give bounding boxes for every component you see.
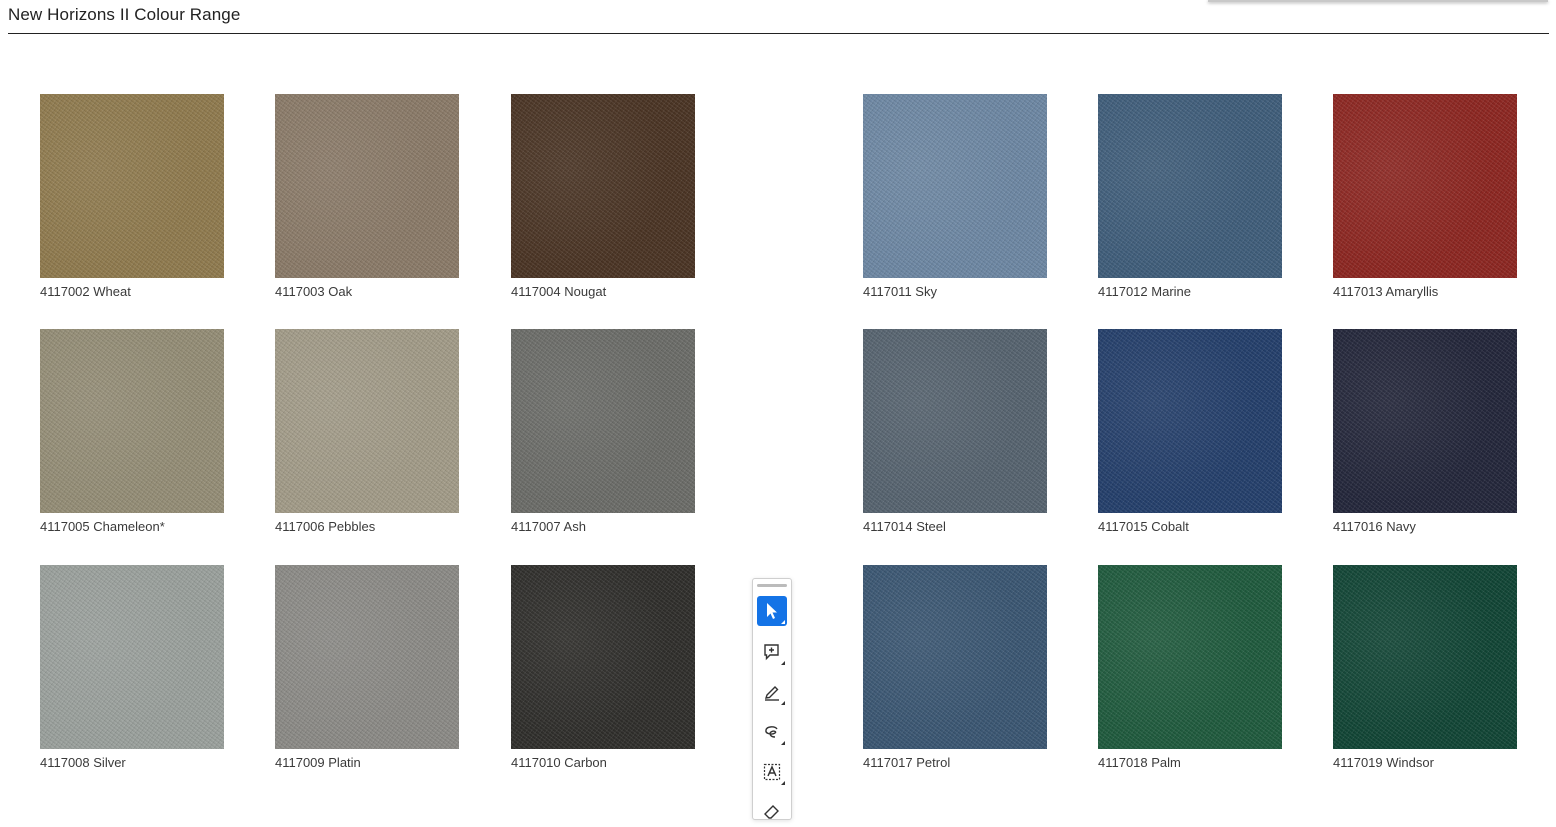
swatch-chip — [511, 329, 695, 513]
swatch-label: 4117017 Petrol — [863, 755, 951, 770]
swatch-label: 4117013 Amaryllis — [1333, 284, 1439, 299]
swatch-wheat: 4117002 Wheat — [40, 94, 224, 299]
swatch-carbon: 4117010 Carbon — [511, 565, 695, 770]
swatch-chip — [275, 565, 459, 749]
swatch-cobalt: 4117015 Cobalt — [1098, 329, 1282, 534]
swatch-label: 4117015 Cobalt — [1098, 519, 1189, 534]
swatch-chip — [863, 94, 1047, 278]
swatch-chip — [511, 565, 695, 749]
swatch-chip — [40, 329, 224, 513]
swatch-chip — [863, 329, 1047, 513]
select-tool-button[interactable] — [757, 596, 787, 626]
swatch-label: 4117010 Carbon — [511, 755, 607, 770]
more-options-chevron — [781, 620, 785, 624]
toolbar-grip-handle[interactable] — [757, 584, 787, 587]
swatch-chip — [1333, 94, 1517, 278]
swatch-chip — [1333, 329, 1517, 513]
swatch-label: 4117003 Oak — [275, 284, 353, 299]
swatch-chameleon: 4117005 Chameleon* — [40, 329, 224, 534]
swatch-label: 4117006 Pebbles — [275, 519, 376, 534]
swatch-pebbles: 4117006 Pebbles — [275, 329, 459, 534]
swatch-chip — [40, 94, 224, 278]
swatch-chip — [1333, 565, 1517, 749]
more-options-chevron — [781, 661, 785, 665]
text-box-button[interactable] — [757, 757, 787, 787]
swatch-label: 4117008 Silver — [40, 755, 126, 770]
swatch-chip — [1098, 565, 1282, 749]
freehand-draw-button[interactable] — [757, 717, 787, 747]
swatch-sky: 4117011 Sky — [863, 94, 1047, 299]
annotation-toolbar — [752, 578, 792, 820]
swatch-label: 4117004 Nougat — [511, 284, 607, 299]
more-options-chevron — [781, 741, 785, 745]
add-comment-icon — [763, 643, 781, 661]
swatch-label: 4117019 Windsor — [1333, 755, 1434, 770]
swatch-chip — [511, 94, 695, 278]
highlight-pen-icon — [763, 683, 781, 701]
swatch-label: 4117007 Ash — [511, 519, 586, 534]
swatch-chip — [1098, 94, 1282, 278]
swatch-windsor: 4117019 Windsor — [1333, 565, 1517, 770]
swatch-label: 4117018 Palm — [1098, 755, 1181, 770]
more-options-chevron — [781, 701, 785, 705]
select-pointer-icon — [764, 602, 780, 620]
swatch-chip — [275, 329, 459, 513]
swatch-palm: 4117018 Palm — [1098, 565, 1282, 770]
swatch-steel: 4117014 Steel — [863, 329, 1047, 534]
text-box-icon — [763, 763, 781, 781]
swatch-ash: 4117007 Ash — [511, 329, 695, 534]
swatch-platin: 4117009 Platin — [275, 565, 459, 770]
swatch-label: 4117011 Sky — [863, 284, 937, 299]
swatch-label: 4117002 Wheat — [40, 284, 131, 299]
swatch-label: 4117012 Marine — [1098, 284, 1191, 299]
swatch-navy: 4117016 Navy — [1333, 329, 1517, 534]
more-options-chevron — [781, 781, 785, 785]
swatch-label: 4117005 Chameleon* — [40, 519, 165, 534]
swatch-oak: 4117003 Oak — [275, 94, 459, 299]
swatch-label: 4117014 Steel — [863, 519, 946, 534]
swatch-chip — [863, 565, 1047, 749]
swatch-nougat: 4117004 Nougat — [511, 94, 695, 299]
swatch-label: 4117009 Platin — [275, 755, 361, 770]
freehand-draw-icon — [763, 723, 781, 741]
swatch-silver: 4117008 Silver — [40, 565, 224, 770]
eraser-button[interactable] — [757, 797, 787, 827]
swatch-petrol: 4117017 Petrol — [863, 565, 1047, 770]
swatch-chip — [275, 94, 459, 278]
swatch-chip — [40, 565, 224, 749]
swatch-marine: 4117012 Marine — [1098, 94, 1282, 299]
highlight-button[interactable] — [757, 677, 787, 707]
swatch-label: 4117016 Navy — [1333, 519, 1416, 534]
swatch-chip — [1098, 329, 1282, 513]
add-comment-button[interactable] — [757, 637, 787, 667]
swatch-amaryllis: 4117013 Amaryllis — [1333, 94, 1517, 299]
eraser-icon — [763, 803, 781, 821]
